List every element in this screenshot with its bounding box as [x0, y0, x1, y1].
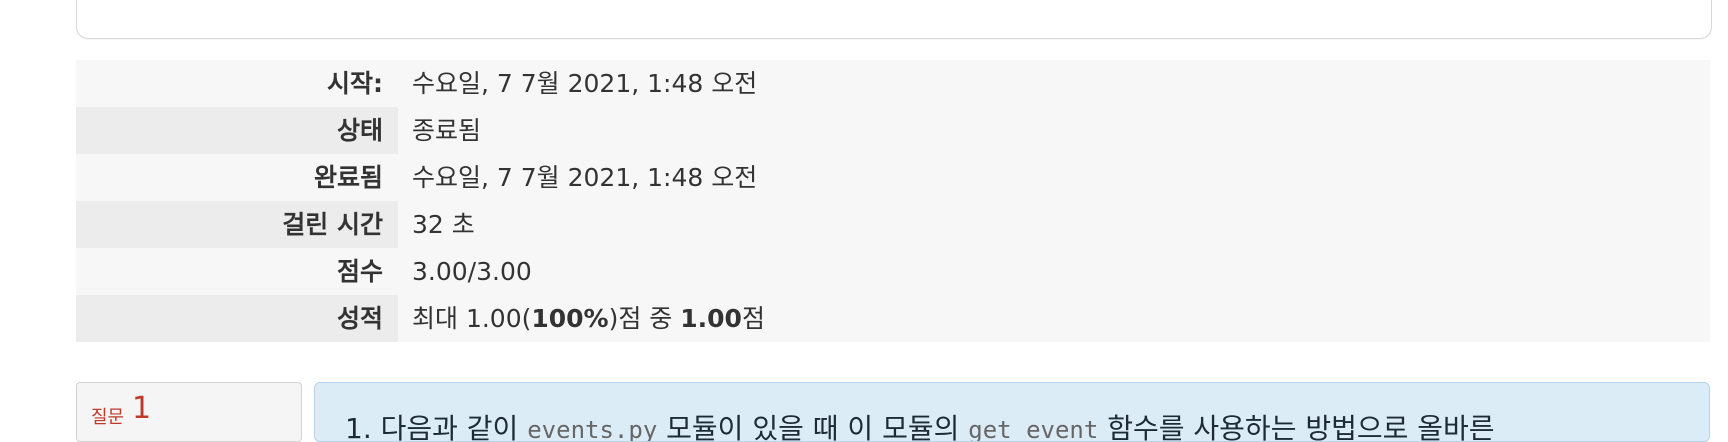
- summary-value: 3.00/3.00: [398, 248, 1710, 295]
- question-text-part2: 모듈이 있을 때 이 모듈의: [657, 412, 969, 442]
- summary-row-completed: 완료됨 수요일, 7 7월 2021, 1:48 오전: [76, 154, 1710, 201]
- question-text-part1: 1. 다음과 같이: [345, 412, 528, 442]
- summary-label: 상태: [76, 107, 398, 154]
- question-number: 1: [132, 391, 152, 426]
- summary-row-marks: 점수 3.00/3.00: [76, 248, 1710, 295]
- question-text: 1. 다음과 같이 events.py 모듈이 있을 때 이 모듈의 get_e…: [345, 407, 1495, 442]
- summary-label: 점수: [76, 248, 398, 295]
- summary-row-state: 상태 종료됨: [76, 107, 1710, 154]
- grade-middle: )점 중: [608, 304, 681, 333]
- summary-row-started: 시작: 수요일, 7 7월 2021, 1:48 오전: [76, 60, 1710, 107]
- grade-suffix: 점: [741, 304, 765, 333]
- summary-label: 걸린 시간: [76, 201, 398, 248]
- summary-value: 수요일, 7 7월 2021, 1:48 오전: [398, 154, 1710, 201]
- question-code-function: get_event: [968, 416, 1099, 442]
- grade-score: 1.00: [680, 304, 742, 333]
- grade-percent: 100%: [531, 304, 609, 333]
- summary-label: 완료됨: [76, 154, 398, 201]
- summary-label: 시작:: [76, 60, 398, 107]
- summary-value: 종료됨: [398, 107, 1710, 154]
- previous-content-panel: [76, 0, 1712, 39]
- summary-value: 수요일, 7 7월 2021, 1:48 오전: [398, 60, 1710, 107]
- summary-row-grade: 성적 최대 1.00(100%)점 중 1.00점: [76, 295, 1710, 342]
- question-code-module: events.py: [527, 416, 658, 442]
- question-label: 질문: [91, 407, 125, 428]
- summary-row-time-taken: 걸린 시간 32 초: [76, 201, 1710, 248]
- attempt-summary-table: 시작: 수요일, 7 7월 2021, 1:48 오전 상태 종료됨 완료됨 수…: [76, 60, 1710, 342]
- question-text-box: 1. 다음과 같이 events.py 모듈이 있을 때 이 모듈의 get_e…: [314, 382, 1710, 442]
- summary-value: 32 초: [398, 201, 1710, 248]
- question-text-part3: 함수를 사용하는 방법으로 올바른: [1098, 412, 1495, 442]
- summary-label: 성적: [76, 295, 398, 342]
- summary-value: 최대 1.00(100%)점 중 1.00점: [398, 295, 1710, 342]
- grade-prefix: 최대 1.00(: [412, 304, 532, 333]
- question-info-box: 질문 1: [76, 382, 302, 442]
